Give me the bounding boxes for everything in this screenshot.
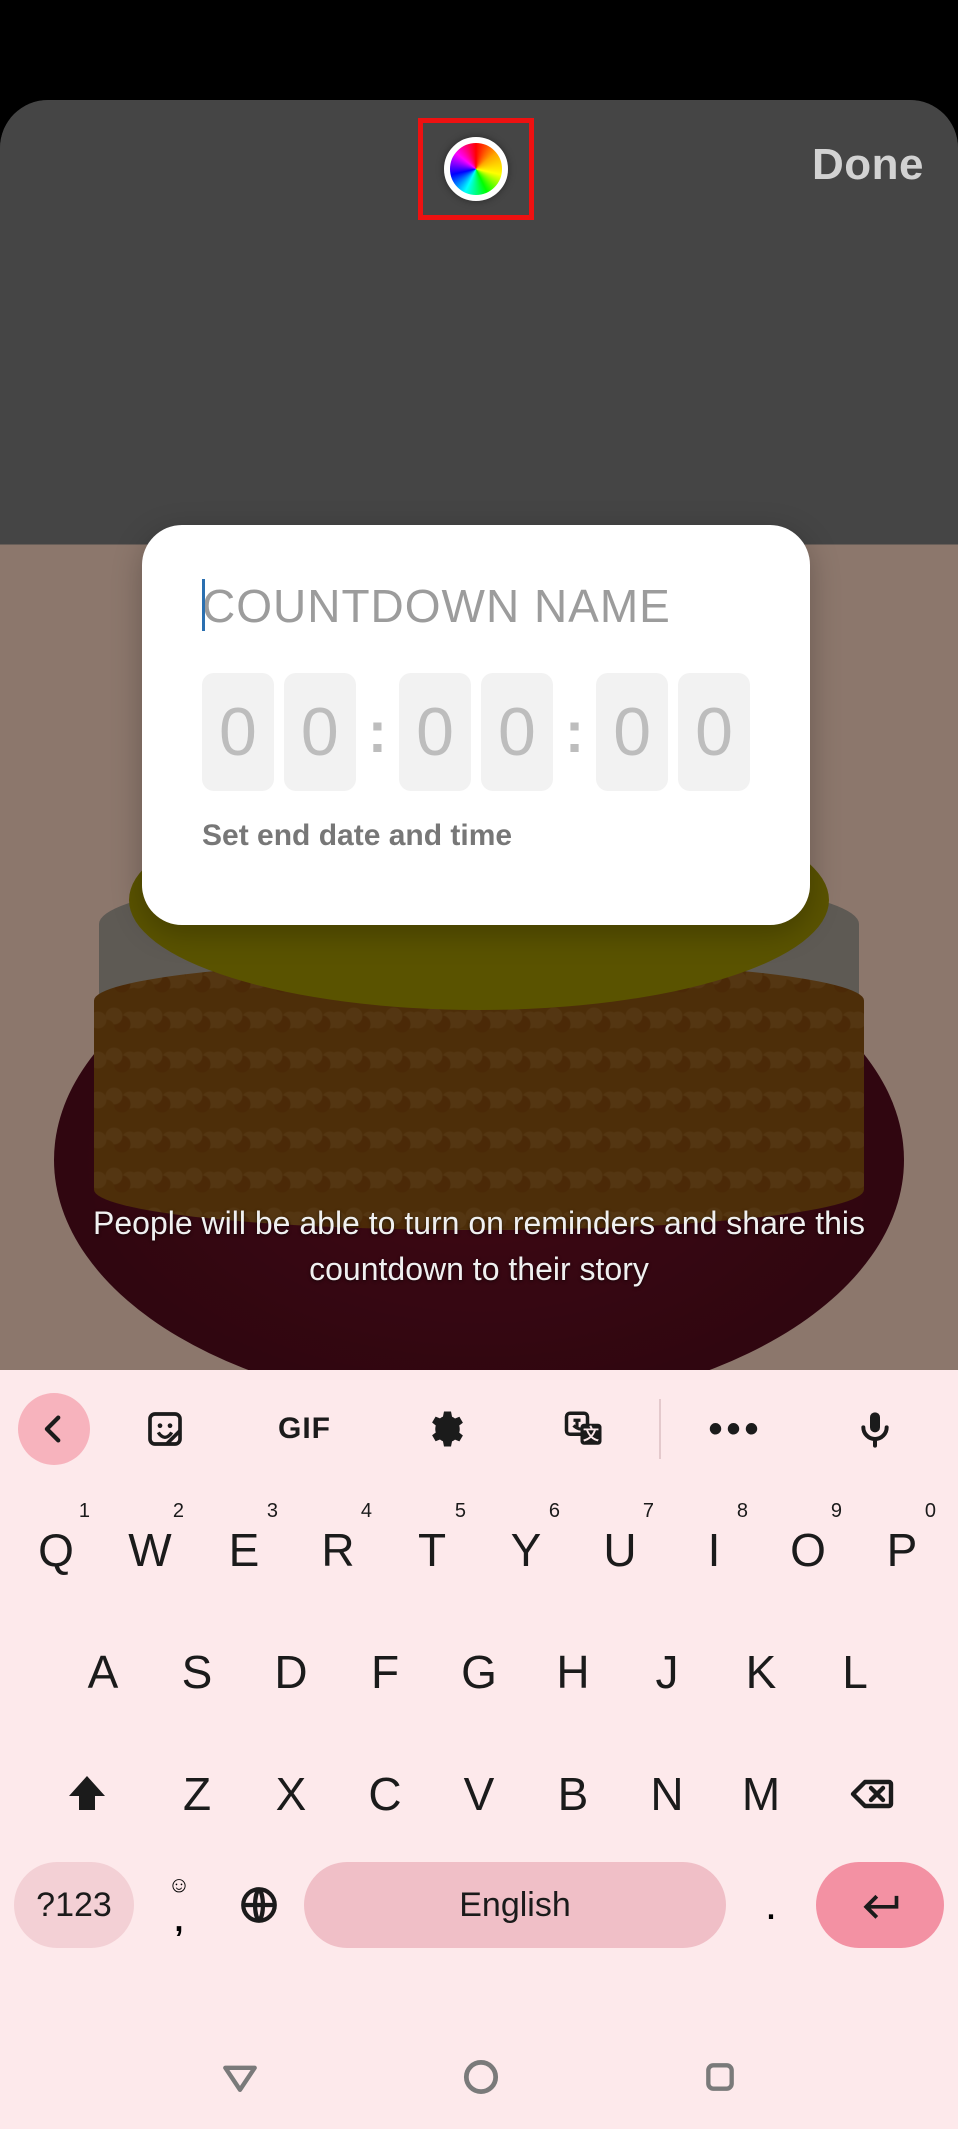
keyboard-row-3: ZXCVBNM [8,1740,950,1848]
backspace-icon [847,1770,895,1818]
gif-button[interactable]: GIF [240,1389,370,1469]
nav-back-button[interactable] [218,2055,262,2104]
key-hint: 2 [173,1500,184,1523]
soft-keyboard: GIF 文 ••• Q1W2E3R4T5Y6U7I8O9P0 ASDFGHJKL… [0,1370,958,2129]
countdown-hint: Set end date and time [202,819,750,853]
enter-key[interactable] [816,1862,944,1948]
key-hint: 7 [643,1500,654,1523]
key-u[interactable]: U7 [576,1496,664,1604]
key-c[interactable]: C [341,1740,429,1848]
timer-digit: 0 [678,673,750,791]
text-cursor [202,579,205,631]
gear-icon [423,1408,465,1450]
keyboard-row-4: ?123 ☺ , English . [8,1862,950,1948]
svg-text:文: 文 [583,1425,599,1444]
key-hint: 0 [925,1500,936,1523]
nav-home-icon [459,2055,503,2099]
timer-digit: 0 [481,673,553,791]
key-b[interactable]: B [529,1740,617,1848]
shift-key[interactable] [27,1740,147,1848]
tutorial-highlight [418,118,534,220]
info-text: People will be able to turn on reminders… [0,1200,958,1293]
keyboard-row-2: ASDFGHJKL [8,1618,950,1726]
comma-label: , [175,1902,184,1939]
color-picker-icon[interactable] [444,137,508,201]
chevron-left-icon [37,1412,71,1446]
key-n[interactable]: N [623,1740,711,1848]
nav-back-icon [218,2055,262,2099]
key-q[interactable]: Q1 [12,1496,100,1604]
system-navbar [0,2029,958,2129]
story-canvas: Done 0 0 : 0 0 : 0 0 Set end date and ti… [0,100,958,1370]
key-i[interactable]: I8 [670,1496,758,1604]
key-f[interactable]: F [341,1618,429,1726]
key-v[interactable]: V [435,1740,523,1848]
key-d[interactable]: D [247,1618,335,1726]
nav-home-button[interactable] [459,2055,503,2104]
nav-recents-button[interactable] [700,2057,740,2102]
done-button[interactable]: Done [812,140,924,190]
language-key[interactable] [224,1884,294,1926]
sticker-icon [145,1409,185,1449]
key-hint: 9 [831,1500,842,1523]
key-k[interactable]: K [717,1618,805,1726]
translate-button[interactable]: 文 [519,1389,649,1469]
smiley-icon: ☺ [168,1872,190,1898]
key-s[interactable]: S [153,1618,241,1726]
symbols-key[interactable]: ?123 [14,1862,134,1948]
spacebar-key[interactable]: English [304,1862,726,1948]
countdown-sticker[interactable]: 0 0 : 0 0 : 0 0 Set end date and time [142,525,810,925]
timer-colon: : [563,699,586,766]
key-hint: 3 [267,1500,278,1523]
key-w[interactable]: W2 [106,1496,194,1604]
settings-button[interactable] [379,1389,509,1469]
keyboard-row-1: Q1W2E3R4T5Y6U7I8O9P0 [8,1496,950,1604]
timer-colon: : [366,699,389,766]
key-a[interactable]: A [59,1618,147,1726]
countdown-timer[interactable]: 0 0 : 0 0 : 0 0 [202,673,750,791]
keyboard-back-button[interactable] [18,1393,90,1465]
more-button[interactable]: ••• [671,1389,801,1469]
countdown-name-input[interactable] [202,579,750,633]
key-e[interactable]: E3 [200,1496,288,1604]
emoji-key[interactable]: ☺ , [144,1872,214,1939]
key-p[interactable]: P0 [858,1496,946,1604]
key-g[interactable]: G [435,1618,523,1726]
key-hint: 5 [455,1500,466,1523]
mic-button[interactable] [810,1389,940,1469]
translate-icon: 文 [563,1408,605,1450]
enter-icon [858,1883,902,1927]
timer-digit: 0 [399,673,471,791]
key-hint: 6 [549,1500,560,1523]
shift-icon [63,1770,111,1818]
key-l[interactable]: L [811,1618,899,1726]
nav-recents-icon [700,2057,740,2097]
key-y[interactable]: Y6 [482,1496,570,1604]
key-z[interactable]: Z [153,1740,241,1848]
globe-icon [238,1884,280,1926]
keyboard-toolbar: GIF 文 ••• [0,1370,958,1488]
mic-icon [855,1409,895,1449]
gif-label: GIF [278,1412,331,1446]
key-x[interactable]: X [247,1740,335,1848]
timer-digit: 0 [202,673,274,791]
key-hint: 8 [737,1500,748,1523]
story-topbar: Done [0,100,958,230]
dots-icon: ••• [709,1407,763,1452]
key-r[interactable]: R4 [294,1496,382,1604]
sticker-button[interactable] [100,1389,230,1469]
key-o[interactable]: O9 [764,1496,852,1604]
key-t[interactable]: T5 [388,1496,476,1604]
toolbar-divider [659,1399,661,1459]
period-key[interactable]: . [736,1880,806,1930]
key-j[interactable]: J [623,1618,711,1726]
key-m[interactable]: M [717,1740,805,1848]
backspace-key[interactable] [811,1740,931,1848]
timer-digit: 0 [284,673,356,791]
key-h[interactable]: H [529,1618,617,1726]
timer-digit: 0 [596,673,668,791]
key-hint: 1 [79,1500,90,1523]
key-hint: 4 [361,1500,372,1523]
